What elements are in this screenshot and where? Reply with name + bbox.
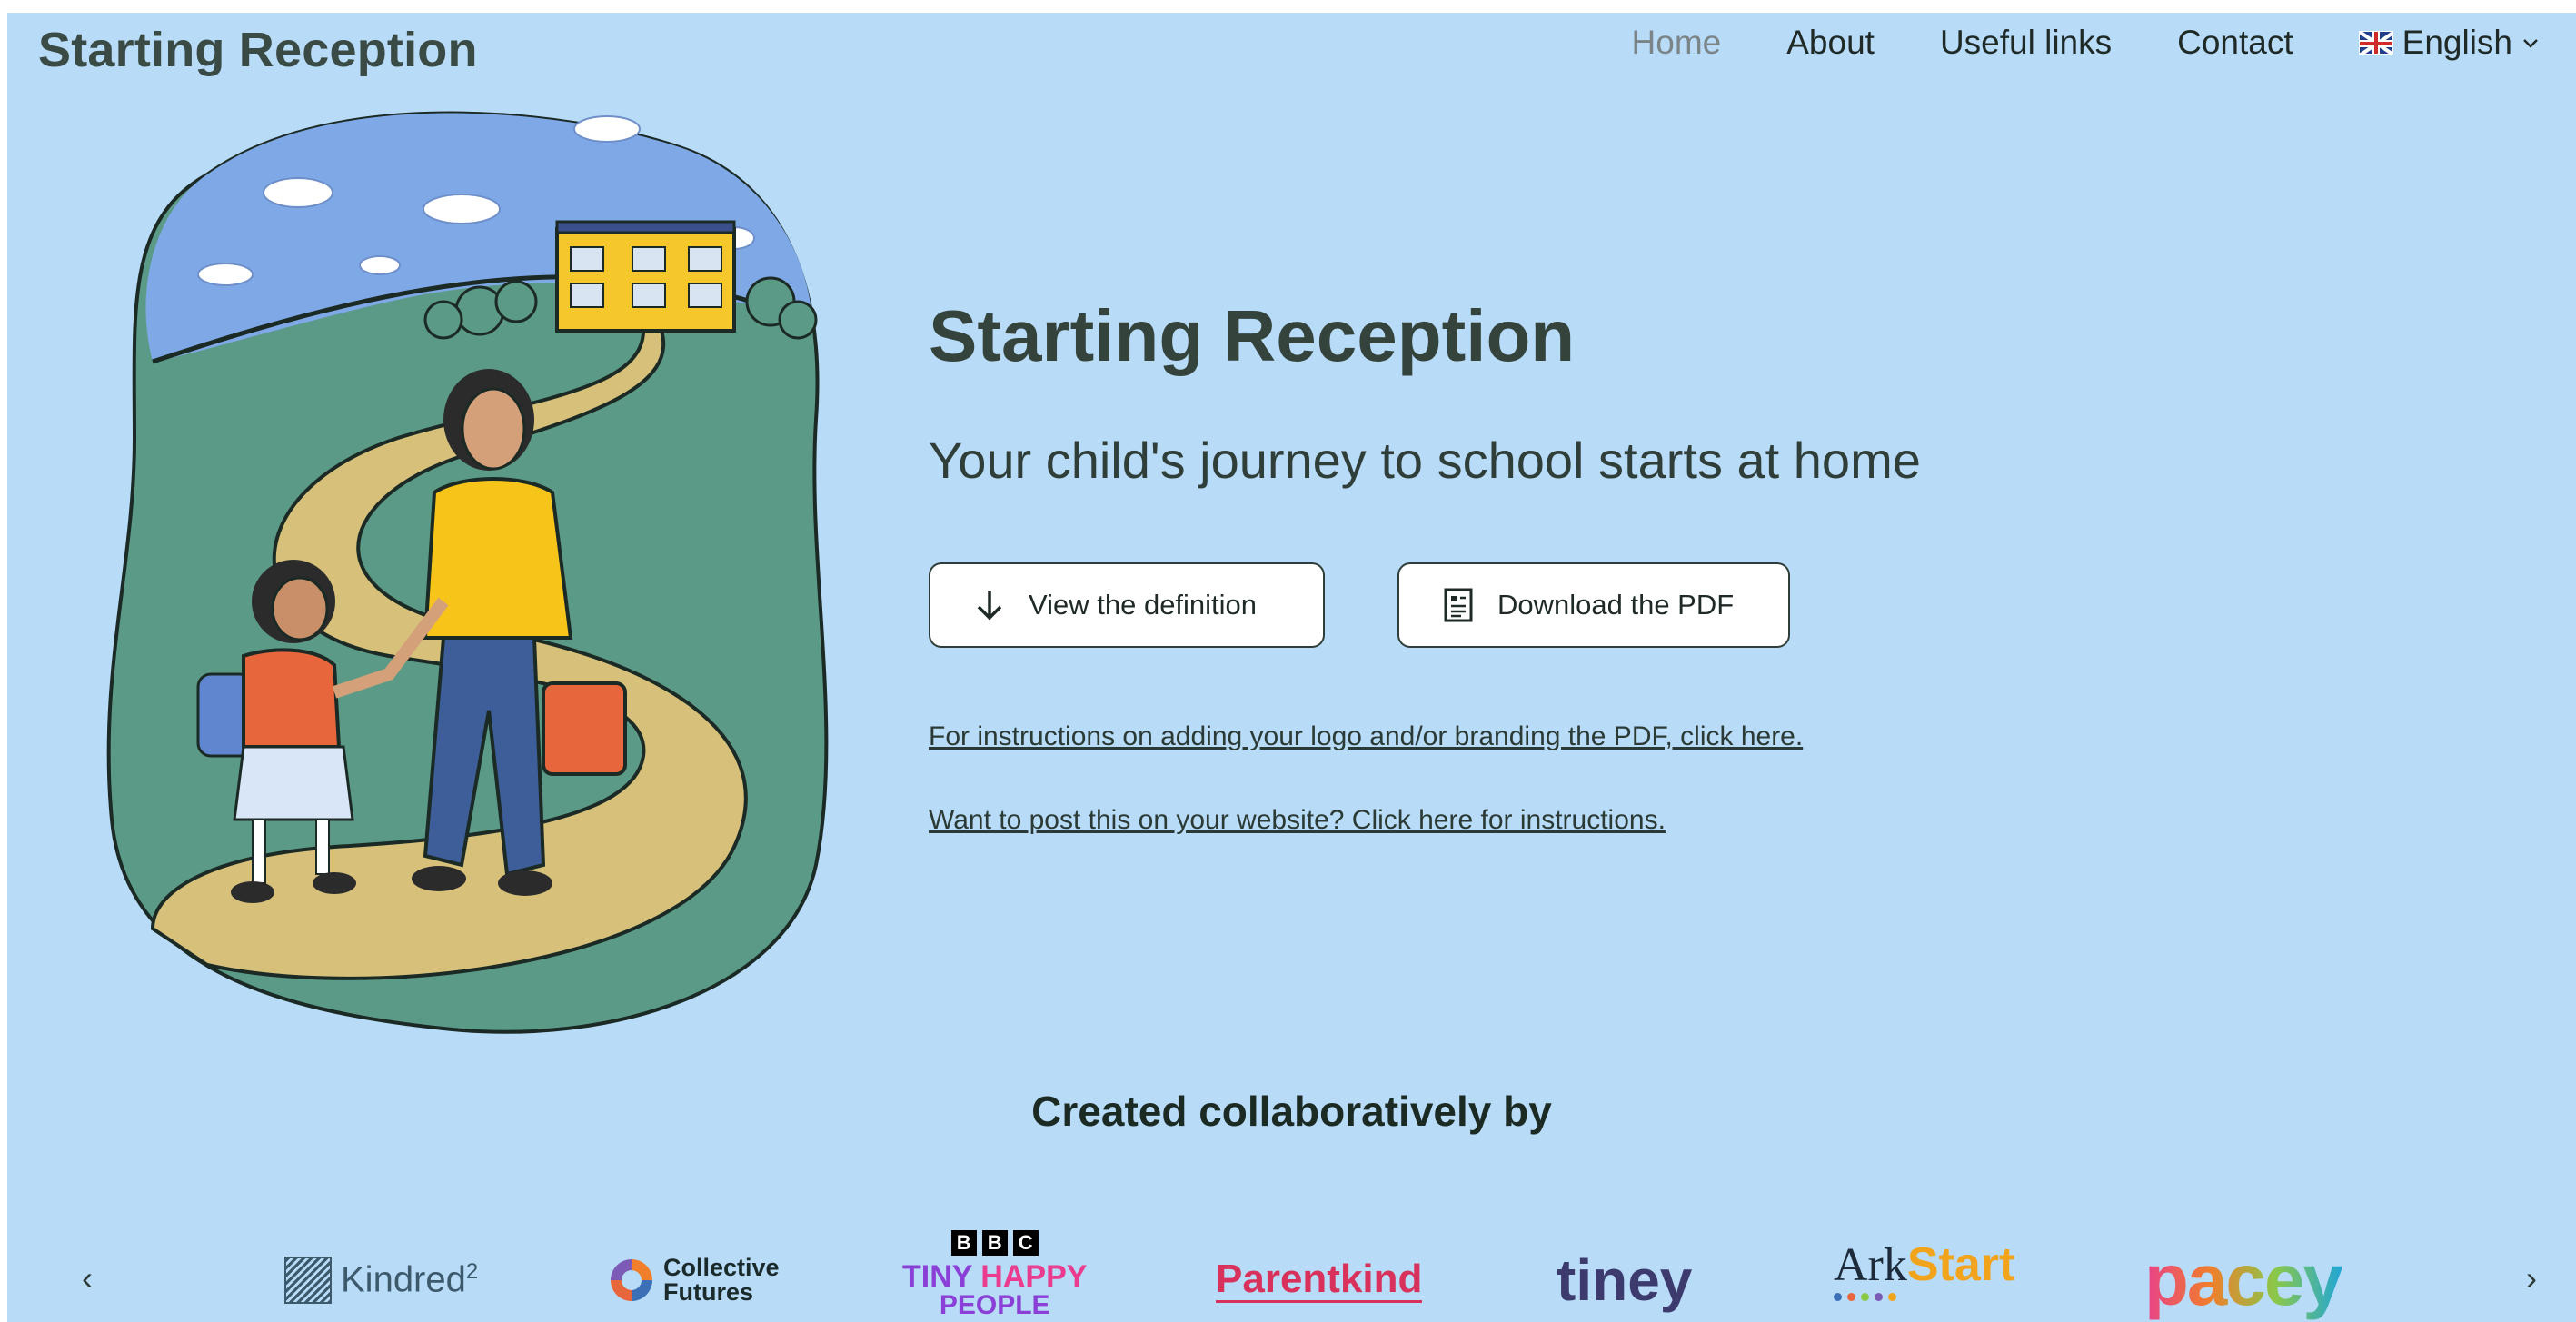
view-definition-label: View the definition [1029,589,1258,621]
carousel-prev-icon[interactable]: ‹ [82,1259,93,1297]
tiney-text: tiney [1557,1247,1693,1313]
uk-flag-icon [2358,31,2393,55]
page: Starting Reception Home About Useful lin… [7,13,2576,1322]
collective-futures-logo[interactable]: Collective Futures [607,1241,780,1319]
bbc-letter: B [981,1230,1008,1256]
bbc-people: PEOPLE [939,1290,1050,1320]
download-pdf-label: Download the PDF [1497,589,1735,621]
bbc-letter: B [950,1230,977,1256]
ark-dots-icon [1834,1293,1896,1301]
branding-instructions-link[interactable]: For instructions on adding your logo and… [929,721,1803,752]
language-label: English [2402,24,2512,61]
cf-line1: Collective [663,1254,780,1281]
arrow-down-icon [977,591,1002,621]
site-brand[interactable]: Starting Reception [38,22,478,78]
document-icon [1444,588,1473,622]
ark-start-text: Start [1906,1238,2015,1291]
kindred-mark-icon [284,1257,332,1304]
bbc-happy: HAPPY [980,1259,1088,1294]
parentkind-logo[interactable]: Parentkind [1216,1241,1423,1319]
partners-heading: Created collaboratively by [1031,1088,1552,1135]
hero-title: Starting Reception [929,295,1576,376]
carousel-next-icon[interactable]: › [2526,1259,2537,1297]
website-instructions-link[interactable]: Want to post this on your website? Click… [929,805,1666,836]
nav-contact[interactable]: Contact [2177,24,2293,62]
kindred-text: Kindred [341,1259,466,1300]
pacey-text: pacey [2144,1239,2343,1320]
download-pdf-button[interactable]: Download the PDF [1397,562,1790,648]
main-nav: Home About Useful links Contact English [1632,24,2540,62]
nav-home[interactable]: Home [1632,24,1722,62]
cf-line2: Futures [663,1278,754,1306]
collective-futures-mark-icon [611,1259,652,1301]
nav-useful-links[interactable]: Useful links [1940,24,2112,62]
bbc-letter: C [1012,1230,1039,1256]
hero-illustration [106,111,829,1034]
ark-text: Ark [1834,1239,1907,1291]
bbc-tiny-happy-people-logo[interactable]: B B C TINY HAPPY PEOPLE [902,1230,1088,1319]
view-definition-button[interactable]: View the definition [929,562,1325,648]
bbc-tiny: TINY [902,1259,981,1294]
pacey-logo[interactable]: pacey [2144,1239,2343,1320]
parentkind-text: Parentkind [1216,1256,1423,1303]
hero-subtitle: Your child's journey to school starts at… [929,432,1921,489]
kindred-logo[interactable]: Kindred2 [284,1241,478,1319]
ark-start-logo[interactable]: ArkStart [1834,1241,2014,1319]
language-selector[interactable]: English [2358,24,2540,62]
tiney-logo[interactable]: tiney [1557,1241,1692,1319]
chevron-down-icon [2523,39,2538,48]
nav-about[interactable]: About [1786,24,1875,62]
kindred-sup: 2 [465,1259,479,1285]
